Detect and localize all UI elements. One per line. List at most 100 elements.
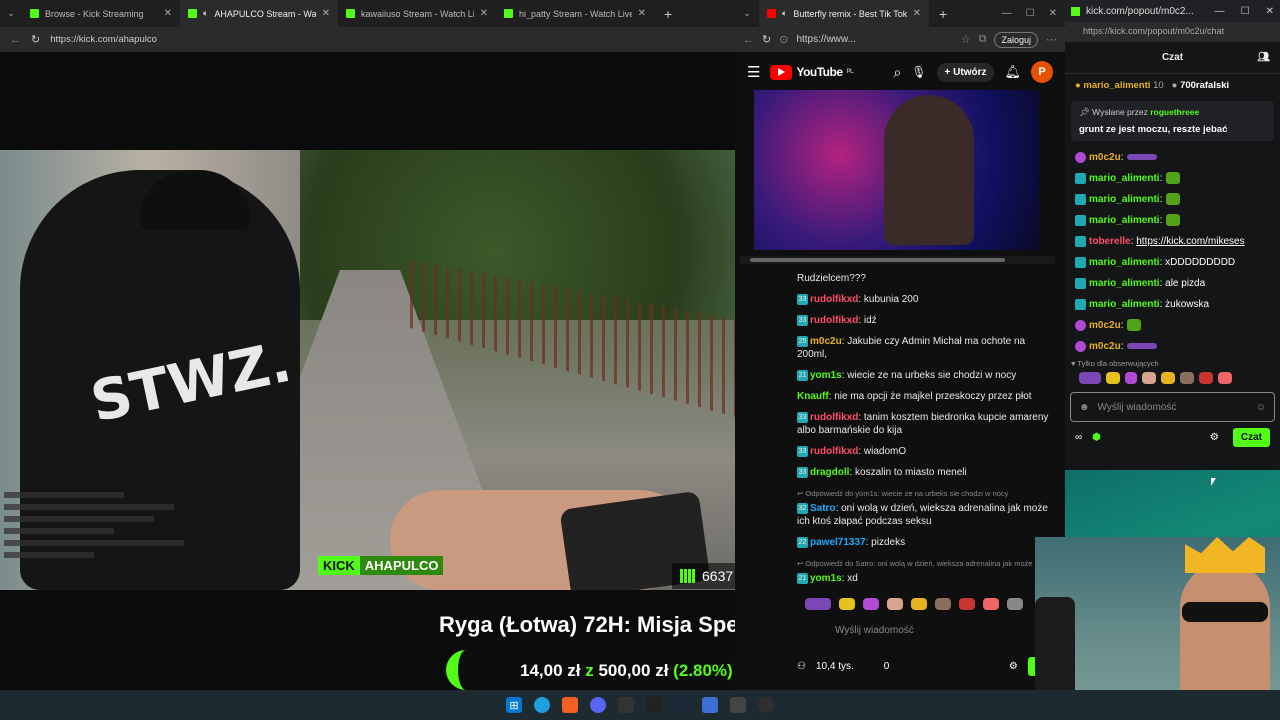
- bell-icon[interactable]: 🔔︎: [1004, 64, 1021, 80]
- tab-list-icon[interactable]: ⌄: [0, 0, 22, 27]
- chat-username[interactable]: m0c2u: [810, 336, 842, 347]
- app-icon[interactable]: [618, 697, 634, 713]
- tab-kawaiiuso[interactable]: kawaiiuso Stream - Watch Live on ✕: [338, 0, 496, 27]
- close-icon[interactable]: ✕: [480, 8, 488, 19]
- chat-username[interactable]: mario_alimenti: [1089, 278, 1160, 289]
- app2-icon[interactable]: [702, 697, 718, 713]
- star-icon[interactable]: ☆: [961, 33, 971, 46]
- chat-username[interactable]: pawel71337: [810, 537, 866, 548]
- chat-input[interactable]: Wyślij wiadomość: [795, 620, 1040, 642]
- emote[interactable]: [911, 598, 927, 610]
- chat-username[interactable]: yom1s: [810, 573, 842, 584]
- chat-username[interactable]: rudolfikxd: [810, 446, 858, 457]
- settings-icon[interactable]: ⚙: [1009, 661, 1018, 672]
- youtube-logo[interactable]: YouTube PL: [770, 64, 854, 80]
- obs-icon[interactable]: [758, 697, 774, 713]
- emote[interactable]: [839, 598, 855, 610]
- kick-coin-icon[interactable]: ⬢: [1092, 432, 1101, 443]
- stream-video[interactable]: STWZ. KICK AHAPULCO 6637 kbps: [0, 150, 783, 590]
- tab-ahapulco[interactable]: 🔈︎ AHAPULCO Stream - Watch Li ✕: [180, 0, 338, 27]
- emote[interactable]: [1079, 372, 1101, 384]
- close-icon[interactable]: ✕: [322, 8, 330, 19]
- emoji-picker-icon[interactable]: ☻: [1079, 402, 1090, 413]
- epic-icon[interactable]: [646, 697, 662, 713]
- windows-icon[interactable]: ⊞: [506, 697, 522, 713]
- hamburger-icon[interactable]: ☰: [747, 63, 760, 81]
- close-icon[interactable]: ✕: [913, 8, 921, 19]
- create-button[interactable]: + Utwórz: [936, 62, 995, 82]
- tab-browse[interactable]: Browse - Kick Streaming ✕: [22, 0, 180, 27]
- edge-icon[interactable]: [534, 697, 550, 713]
- chat-username[interactable]: mario_alimenti: [1089, 257, 1160, 268]
- emote[interactable]: [1142, 372, 1156, 384]
- extensions-icon[interactable]: ⧉: [979, 33, 987, 46]
- search-icon[interactable]: ⌕: [893, 64, 901, 81]
- back-icon[interactable]: ←: [743, 34, 754, 46]
- discord-icon[interactable]: [590, 697, 606, 713]
- chat-username[interactable]: mario_alimenti: [1089, 299, 1160, 310]
- chat-username[interactable]: m0c2u: [1089, 320, 1121, 331]
- app3-icon[interactable]: [730, 697, 746, 713]
- horizontal-scrollbar[interactable]: [740, 256, 1055, 264]
- reload-icon[interactable]: ↻: [31, 33, 40, 46]
- tab-hipatty[interactable]: hi_patty Stream - Watch Live on Ki ✕: [496, 0, 654, 27]
- menu-dots-icon[interactable]: ⋯: [1046, 33, 1057, 46]
- emote[interactable]: [935, 598, 951, 610]
- avatar[interactable]: P: [1031, 61, 1053, 83]
- chat-username[interactable]: m0c2u: [1089, 152, 1121, 163]
- minimize-icon[interactable]: —: [1002, 8, 1012, 19]
- emote[interactable]: [1180, 372, 1194, 384]
- emote[interactable]: [1127, 319, 1142, 332]
- users-icon[interactable]: 👥︎: [1257, 52, 1270, 63]
- login-button[interactable]: Zaloguj: [994, 31, 1038, 48]
- minimize-icon[interactable]: —: [1215, 6, 1225, 17]
- maximize-icon[interactable]: ☐: [1241, 6, 1250, 17]
- emote[interactable]: [1166, 172, 1181, 185]
- url-field[interactable]: https://kick.com/popout/m0c2u/chat: [1065, 22, 1280, 42]
- back-icon[interactable]: ←: [10, 34, 21, 46]
- emote[interactable]: [805, 598, 831, 610]
- reload-icon[interactable]: ↻: [762, 33, 771, 46]
- chat-username[interactable]: yom1s: [810, 370, 842, 381]
- settings-icon[interactable]: ⚙: [1210, 432, 1219, 443]
- maximize-icon[interactable]: ☐: [1026, 8, 1035, 19]
- new-tab-button[interactable]: +: [929, 0, 957, 27]
- steam-icon[interactable]: [674, 697, 690, 713]
- emote[interactable]: [983, 598, 999, 610]
- emote[interactable]: [1161, 372, 1175, 384]
- emote[interactable]: [1166, 193, 1181, 206]
- emote-icon[interactable]: ☺: [1256, 402, 1266, 413]
- close-icon[interactable]: ✕: [638, 8, 646, 19]
- infinity-icon[interactable]: ∞: [1075, 432, 1082, 443]
- emote[interactable]: [1218, 372, 1232, 384]
- emote[interactable]: [1127, 154, 1158, 161]
- chat-username[interactable]: rudolfikxd: [810, 315, 858, 326]
- emote[interactable]: [1127, 343, 1158, 350]
- chat-username[interactable]: dragdoll: [810, 467, 849, 478]
- emote[interactable]: [887, 598, 903, 610]
- chat-username[interactable]: Knauff: [797, 391, 829, 402]
- youtube-video[interactable]: [754, 90, 1039, 250]
- chat-username[interactable]: mario_alimenti: [1089, 173, 1160, 184]
- send-chat-button[interactable]: Czat: [1232, 428, 1270, 447]
- emote[interactable]: [959, 598, 975, 610]
- new-tab-button[interactable]: +: [654, 0, 682, 27]
- chat-username[interactable]: rudolfikxd: [810, 294, 858, 305]
- url-field[interactable]: https://www...: [796, 34, 855, 45]
- chat-username[interactable]: m0c2u: [1089, 341, 1121, 352]
- emote[interactable]: [1106, 372, 1120, 384]
- chat-link[interactable]: https://kick.com/mikeses: [1136, 236, 1244, 247]
- chat-username[interactable]: Satro: [810, 503, 836, 514]
- reply-reference[interactable]: ↩ Odpowiedź do yom1s: wiecie ze na urbek…: [797, 487, 1055, 500]
- url-field[interactable]: https://kick.com/ahapulco: [50, 34, 157, 45]
- brave-icon[interactable]: [562, 697, 578, 713]
- reply-reference[interactable]: ↩ Odpowiedź do Satro: oni wolą w dzień, …: [797, 557, 1055, 570]
- chat-input-c[interactable]: ☻ Wyślij wiadomość ☺: [1070, 392, 1275, 422]
- tab-list-icon[interactable]: ⌄: [735, 0, 759, 27]
- close-icon[interactable]: ✕: [164, 8, 172, 19]
- close-window-icon[interactable]: ✕: [1266, 6, 1274, 17]
- emote[interactable]: [1166, 214, 1181, 227]
- emote[interactable]: [863, 598, 879, 610]
- tab-youtube[interactable]: 🔈︎ Butterfly remix - Best Tik Tok ✕: [759, 0, 929, 27]
- emote[interactable]: [1007, 598, 1023, 610]
